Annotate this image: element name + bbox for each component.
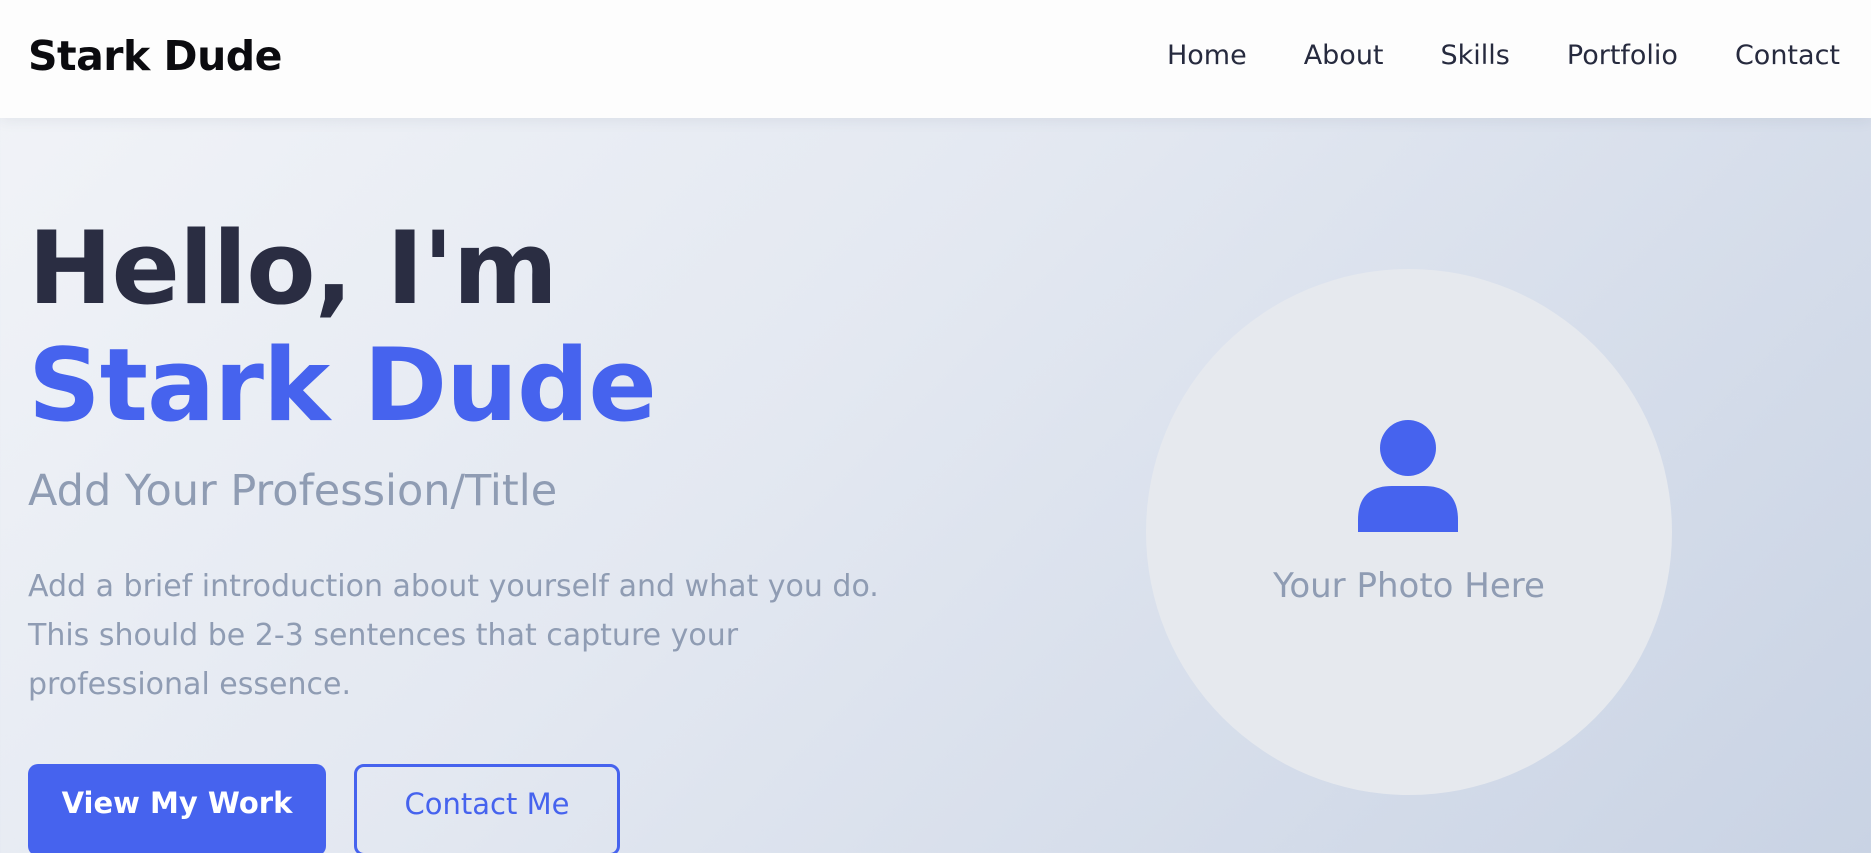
nav-link-portfolio[interactable]: Portfolio — [1567, 40, 1678, 71]
hero-intro: Add a brief introduction about yourself … — [28, 569, 879, 702]
hero-title: Hello, I'm Stark Dude — [28, 210, 828, 444]
user-icon — [1358, 420, 1458, 532]
hero-subtitle: Add Your Profession/Title — [28, 466, 558, 516]
nav-link-about[interactable]: About — [1304, 40, 1384, 71]
nav-links: Home About Skills Portfolio Contact — [1167, 40, 1840, 71]
site-brand[interactable]: Stark Dude — [28, 32, 282, 80]
navbar: Stark Dude Home About Skills Portfolio C… — [0, 0, 1871, 118]
nav-link-contact[interactable]: Contact — [1735, 40, 1840, 71]
contact-me-button[interactable]: Contact Me — [354, 764, 620, 853]
hero-name: Stark Dude — [28, 326, 657, 444]
nav-link-skills[interactable]: Skills — [1441, 40, 1510, 71]
view-my-work-button[interactable]: View My Work — [28, 764, 326, 853]
hero-greeting: Hello, I'm — [28, 209, 558, 327]
photo-placeholder — [1146, 269, 1672, 795]
nav-link-home[interactable]: Home — [1167, 40, 1247, 71]
photo-label: Your Photo Here — [1273, 566, 1545, 606]
